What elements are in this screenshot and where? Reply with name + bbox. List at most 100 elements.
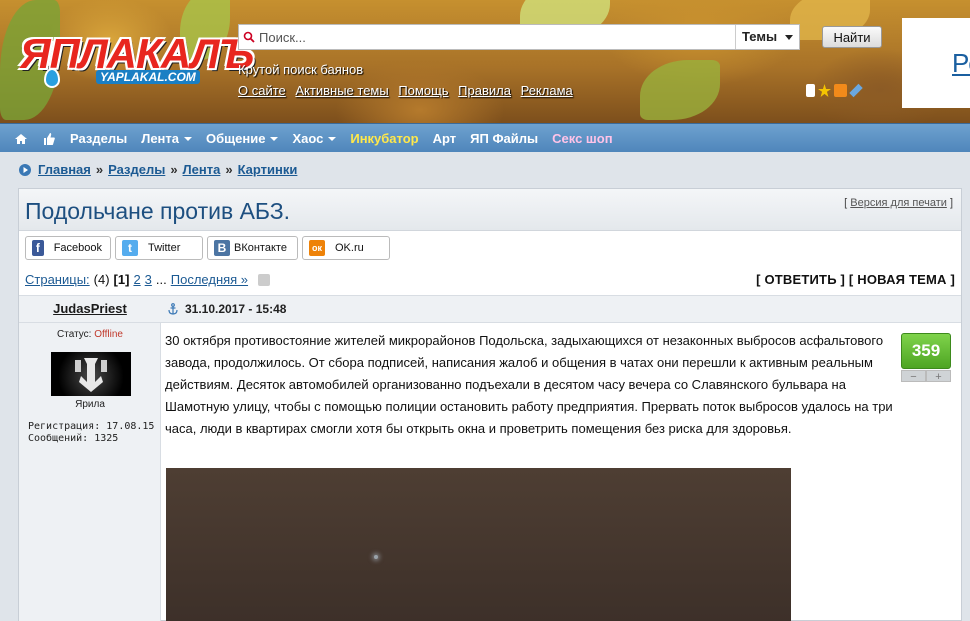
share-vk-button[interactable]: B ВКонтакте [207,236,298,260]
breadcrumb-sections[interactable]: Разделы [108,162,165,177]
rss-icon[interactable] [834,84,847,97]
topic-title-bar: Подольчане против АБЗ. [ Версия для печа… [19,189,961,231]
pagination-total: (4) [93,272,110,287]
breadcrumb-home[interactable]: Главная [38,162,91,177]
nav-home[interactable] [14,132,28,146]
share-twitter-button[interactable]: t Twitter [115,236,203,260]
nav-communication[interactable]: Общение [206,131,279,146]
avatar[interactable] [51,352,131,396]
nav-incubator[interactable]: Инкубатор [350,131,418,146]
nav-label: Арт [432,131,457,146]
nav-label: Секс шоп [552,131,613,146]
rating-minus-button[interactable]: − [901,370,926,383]
post-date-text: 31.10.2017 - 15:48 [185,302,287,316]
chevron-down-icon [328,136,337,141]
author-status: Статус: Offline [57,329,123,340]
post-rating: 359 − + [901,333,953,383]
pagination: Страницы: (4) [1] 2 3 ... Последняя » [25,272,271,287]
pagination-ellipsis: ... [155,272,167,287]
nav-like[interactable] [42,132,56,146]
topic-container: Подольчане против АБЗ. [ Версия для печа… [18,188,962,621]
author-link[interactable]: JudasPriest [53,301,127,316]
top-links: О сайте Активные темы Помощь Правила Рек… [238,83,579,98]
logo-drop-icon [44,68,60,88]
right-ad-panel[interactable]: Ре [902,18,970,108]
pagination-page-3[interactable]: 3 [145,272,152,287]
nav-chaos[interactable]: Хаос [292,131,337,146]
twitter-icon: t [122,240,138,256]
breadcrumb: Главная» Разделы» Лента» Картинки [18,162,297,177]
avatar-caption: Ярила [75,399,105,410]
chevron-down-icon [270,136,279,141]
star-icon[interactable] [818,84,831,97]
rating-plus-button[interactable]: + [926,370,951,383]
nav-sections[interactable]: Разделы [70,131,127,146]
link-active-topics[interactable]: Активные темы [295,83,388,98]
search-button[interactable]: Найти [822,26,882,48]
page-title: Подольчане против АБЗ. [25,198,291,224]
nav-art[interactable]: Арт [433,131,457,146]
post-date: 31.10.2017 - 15:48 [167,302,286,316]
post-body: 30 октября противостояние жителей микрор… [165,333,893,436]
link-ads[interactable]: Реклама [521,83,573,98]
thumbs-up-icon [44,132,55,145]
pagination-label[interactable]: Страницы: [25,272,90,287]
vk-icon: B [214,240,230,256]
anchor-icon[interactable] [167,303,179,315]
status-badge: Offline [94,329,123,340]
link-help[interactable]: Помощь [398,83,448,98]
logo-subtext: YAPLAKAL.COM [96,70,200,84]
nav-feed[interactable]: Лента [141,131,193,146]
breadcrumb-feed[interactable]: Лента [183,162,221,177]
light-dot [374,555,378,559]
author-stats: Регистрация: 17.08.15 Сообщений: 1325 [28,421,155,444]
nav-shop[interactable]: Секс шоп [552,131,612,146]
ok-icon: ок [309,240,325,256]
rating-value: 359 [901,333,951,369]
search-scope-label: Темы [742,29,778,44]
search-scope-select[interactable]: Темы [735,25,799,49]
post-image[interactable] [166,468,791,621]
search-box: Темы [238,24,800,50]
post-author: JudasPriest [19,296,161,324]
site-logo[interactable]: ЯПЛАКАЛЪ YAPLAKAL.COM [14,30,254,88]
registration-date: 17.08.15 [106,421,155,432]
search-icon [243,31,255,43]
pagination-last[interactable]: Последняя » [171,272,248,287]
rating-controls: − + [901,370,951,383]
share-facebook-button[interactable]: f Facebook [25,236,111,260]
search-input[interactable] [259,25,739,49]
site-header: ЯПЛАКАЛЪ YAPLAKAL.COM Темы Найти Крутой … [0,0,970,123]
avatar-emblem-icon [75,358,107,392]
chevron-down-icon [785,35,793,40]
header-icons [806,83,863,98]
tagline: Крутой поиск баянов [238,62,364,77]
nav-label: Инкубатор [350,131,419,146]
share-buttons: f Facebook t Twitter B ВКонтакте ок OK.r… [25,236,390,260]
topic-actions: [ ОТВЕТИТЬ ] [ НОВАЯ ТЕМА ] [756,272,955,287]
pagination-page-2[interactable]: 2 [133,272,140,287]
link-about[interactable]: О сайте [238,83,286,98]
nav-label: Лента [141,131,180,146]
breadcrumb-pictures[interactable]: Картинки [238,162,298,177]
chevron-down-icon [184,136,193,141]
pencil-icon[interactable] [849,83,863,98]
share-ok-button[interactable]: ок OK.ru [302,236,390,260]
reply-button[interactable]: [ ОТВЕТИТЬ ] [756,272,845,287]
bookmark-icon[interactable] [806,84,815,97]
nav-label: Разделы [70,131,128,146]
link-rules[interactable]: Правила [458,83,511,98]
nav-label: Хаос [292,131,324,146]
dropdown-icon[interactable] [258,273,271,286]
right-ad-text: Ре [952,48,970,78]
nav-label: ЯП Файлы [470,131,539,146]
new-topic-button[interactable]: [ НОВАЯ ТЕМА ] [849,272,955,287]
post-count: 1325 [94,433,119,444]
nav-files[interactable]: ЯП Файлы [470,131,538,146]
post-header: JudasPriest 31.10.2017 - 15:48 [19,295,961,323]
home-icon [15,133,27,144]
print-version: [ Версия для печати ] [844,197,953,209]
play-circle-icon [19,163,31,176]
print-version-link[interactable]: Версия для печати [850,197,947,209]
nav-label: Общение [206,131,266,146]
